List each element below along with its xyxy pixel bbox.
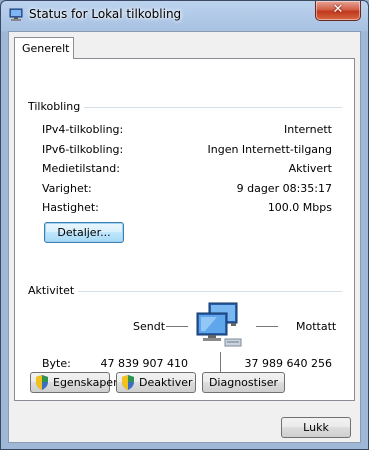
bytes-sent-value: 47 839 907 410 <box>100 357 188 370</box>
uac-shield-icon <box>122 375 134 390</box>
disable-button[interactable]: Deaktiver <box>116 372 196 393</box>
ipv6-value: Ingen Internett-tilgang <box>207 143 333 156</box>
uac-shield-icon <box>36 375 48 390</box>
network-icon <box>9 8 23 21</box>
diagnose-button-label: Diagnostiser <box>208 376 279 389</box>
title-bar[interactable]: Status for Lokal tilkobling ✕ <box>1 1 368 31</box>
network-computers-icon <box>196 302 242 347</box>
media-state-value: Aktivert <box>288 162 332 175</box>
disable-button-label: Deaktiver <box>139 376 193 389</box>
details-button-label: Detaljer... <box>57 226 111 239</box>
status-dialog: Status for Lokal tilkobling ✕ Generelt T… <box>0 0 369 450</box>
speed-value: 100.0 Mbps <box>267 201 332 214</box>
diagnose-button[interactable]: Diagnostiser <box>202 372 285 393</box>
tab-panel: Tilkobling IPv4-tilkobling: Internett IP… <box>14 58 355 401</box>
bytes-label: Byte: <box>42 357 71 370</box>
tab-generelt[interactable]: Generelt <box>14 37 74 59</box>
properties-button[interactable]: Egenskaper <box>30 372 118 393</box>
details-button[interactable]: Detaljer... <box>44 222 124 243</box>
bytes-divider <box>220 352 221 372</box>
bytes-received-value: 37 989 640 256 <box>244 357 332 370</box>
ipv4-label: IPv4-tilkobling: <box>42 123 124 136</box>
group-label-activity: Aktivitet <box>28 284 79 297</box>
close-icon: ✕ <box>332 2 344 17</box>
ipv6-label: IPv6-tilkobling: <box>42 143 124 156</box>
close-button[interactable]: Lukk <box>281 417 351 438</box>
media-state-label: Medietilstand: <box>42 162 120 175</box>
sent-connector-line <box>166 326 188 327</box>
ipv4-value: Internett <box>284 123 332 136</box>
duration-label: Varighet: <box>42 182 92 195</box>
dialog-client: Generelt Tilkobling IPv4-tilkobling: Int… <box>8 31 361 443</box>
tab-label: Generelt <box>22 42 70 55</box>
properties-button-label: Egenskaper <box>53 376 118 389</box>
duration-value: 9 dager 08:35:17 <box>236 182 332 195</box>
speed-label: Hastighet: <box>42 201 99 214</box>
close-window-button[interactable]: ✕ <box>315 1 361 21</box>
group-label-connection: Tilkobling <box>28 100 85 113</box>
received-label: Mottatt <box>296 320 337 333</box>
sent-label: Sendt <box>133 320 166 333</box>
window-title: Status for Lokal tilkobling <box>29 7 182 21</box>
close-button-label: Lukk <box>303 421 329 434</box>
received-connector-line <box>256 326 278 327</box>
